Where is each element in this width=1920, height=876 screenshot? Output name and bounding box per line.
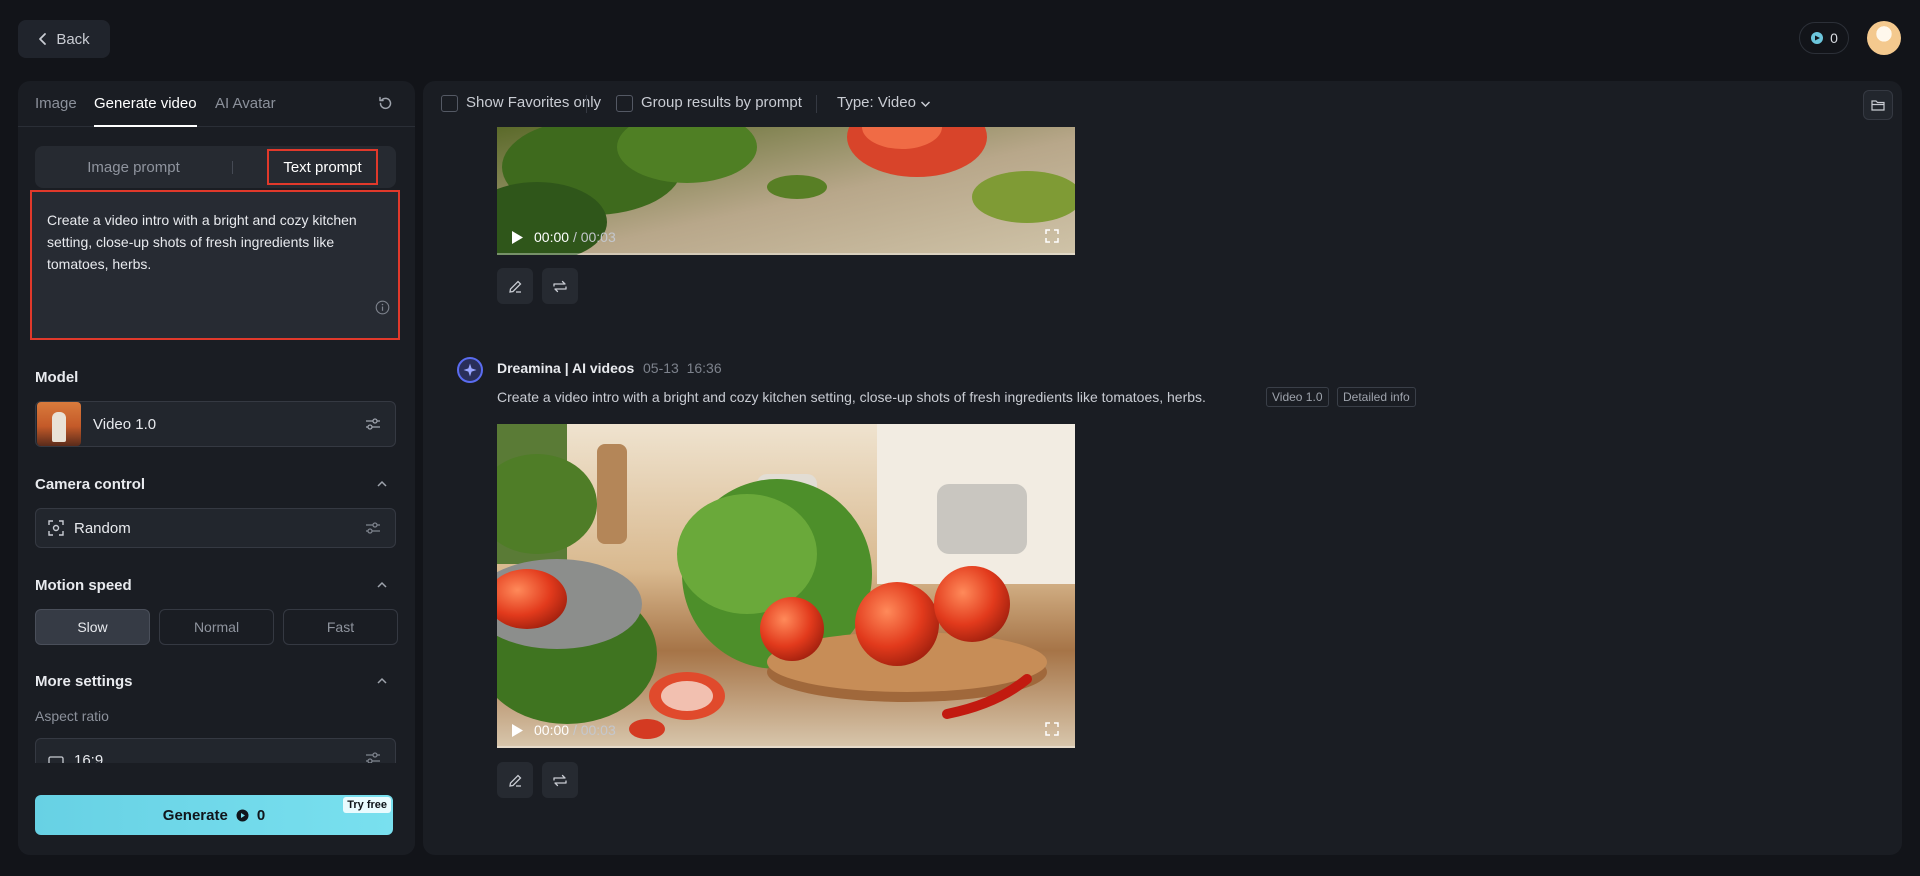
tab-generate-video[interactable]: Generate video [94,95,197,112]
generate-button[interactable]: Generate 0 Try free [35,795,393,835]
tab-ai-avatar[interactable]: AI Avatar [215,95,276,112]
chevron-up-icon[interactable] [376,479,388,489]
edit-button[interactable] [497,762,533,798]
folder-button[interactable] [1863,90,1893,120]
repeat-icon [553,280,567,292]
result-timestamp: 05-13 16:36 [643,360,722,376]
back-label: Back [56,30,90,48]
video-total-time: / 00:03 [572,722,616,738]
edit-button[interactable] [497,268,533,304]
credit-coin-icon [1811,32,1824,44]
dreamina-logo-icon [457,357,483,383]
video-controls: 00:00 / 00:03 [497,219,1075,255]
model-label: Model [35,369,79,386]
text-prompt-option[interactable]: Text prompt [267,149,378,185]
result-author: Dreamina | AI videos [497,360,635,376]
aspect-ratio-label: Aspect ratio [35,708,109,724]
play-icon[interactable] [511,723,524,738]
type-filter-dropdown[interactable]: Type: Video [837,94,916,111]
model-tag: Video 1.0 [1266,387,1329,407]
play-icon[interactable] [511,230,524,245]
user-avatar[interactable] [1867,21,1901,55]
favorites-label[interactable]: Show Favorites only [466,94,601,111]
repeat-icon [553,774,567,786]
chevron-up-icon[interactable] [376,580,388,590]
detailed-info-tag[interactable]: Detailed info [1337,387,1416,407]
video-total-time: / 00:03 [572,229,616,245]
group-checkbox[interactable] [616,95,633,112]
results-panel: Show Favorites only Group results by pro… [423,81,1902,855]
model-select[interactable]: Video 1.0 [35,401,396,447]
model-value: Video 1.0 [93,415,157,433]
divider [232,161,233,174]
fullscreen-icon[interactable] [1045,229,1059,243]
active-tab-indicator [94,125,197,127]
credit-coin-icon [236,809,249,821]
video-progress-bar[interactable] [497,253,1075,255]
motion-speed-label: Motion speed [35,577,132,594]
favorites-checkbox[interactable] [441,95,458,112]
folder-icon [1871,100,1885,111]
chevron-left-icon [39,33,47,45]
camera-control-value: Random [74,519,131,537]
speed-fast-button[interactable]: Fast [283,609,398,645]
back-button[interactable]: Back [18,20,110,58]
left-panel: Image Generate video AI Avatar Image pro… [18,81,415,855]
result-date: 05-13 [643,360,679,376]
try-free-badge: Try free [343,797,391,813]
video-current-time: 00:00 [534,722,570,738]
generate-cost: 0 [256,806,266,824]
video-thumbnail [497,424,1075,748]
generate-label: Generate [162,806,228,824]
video-player[interactable]: 00:00 / 00:03 [497,424,1075,748]
video-controls: 00:00 / 00:03 [497,712,1075,748]
credits-badge[interactable]: 0 [1799,22,1849,54]
type-filter-label: Type: Video [837,94,916,111]
tab-image[interactable]: Image [35,95,77,112]
mode-tabs: Image Generate video AI Avatar [18,81,415,127]
reset-icon[interactable] [377,95,394,112]
video-player[interactable]: 00:00 / 00:03 [497,127,1075,255]
group-label[interactable]: Group results by prompt [641,94,802,111]
prompt-mode-switch: Image prompt Text prompt [35,146,396,188]
chevron-down-icon[interactable] [920,100,931,108]
sliders-icon [366,418,380,430]
result-time: 16:36 [686,360,722,376]
image-prompt-option[interactable]: Image prompt [35,146,232,188]
camera-control-select[interactable]: Random [35,508,396,548]
speed-slow-button[interactable]: Slow [35,609,150,645]
sliders-icon [366,522,380,534]
video-current-time: 00:00 [534,229,570,245]
credits-count: 0 [1830,30,1838,46]
pencil-icon [508,774,521,787]
more-settings-label: More settings [35,673,133,690]
camera-focus-icon [48,520,64,536]
divider [816,95,817,113]
fullscreen-icon[interactable] [1045,722,1059,736]
filter-bar: Show Favorites only Group results by pro… [423,81,1902,127]
regenerate-button[interactable] [542,762,578,798]
chevron-up-icon[interactable] [376,676,388,686]
pencil-icon [508,280,521,293]
info-icon[interactable] [375,300,390,315]
camera-control-label: Camera control [35,476,146,493]
regenerate-button[interactable] [542,268,578,304]
speed-normal-button[interactable]: Normal [159,609,274,645]
prompt-text: Create a video intro with a bright and c… [47,212,357,272]
divider [586,95,587,113]
prompt-textarea[interactable]: Create a video intro with a bright and c… [30,190,400,340]
video-progress-bar[interactable] [497,746,1075,748]
result-prompt: Create a video intro with a bright and c… [497,389,1206,405]
model-thumbnail [37,402,81,446]
